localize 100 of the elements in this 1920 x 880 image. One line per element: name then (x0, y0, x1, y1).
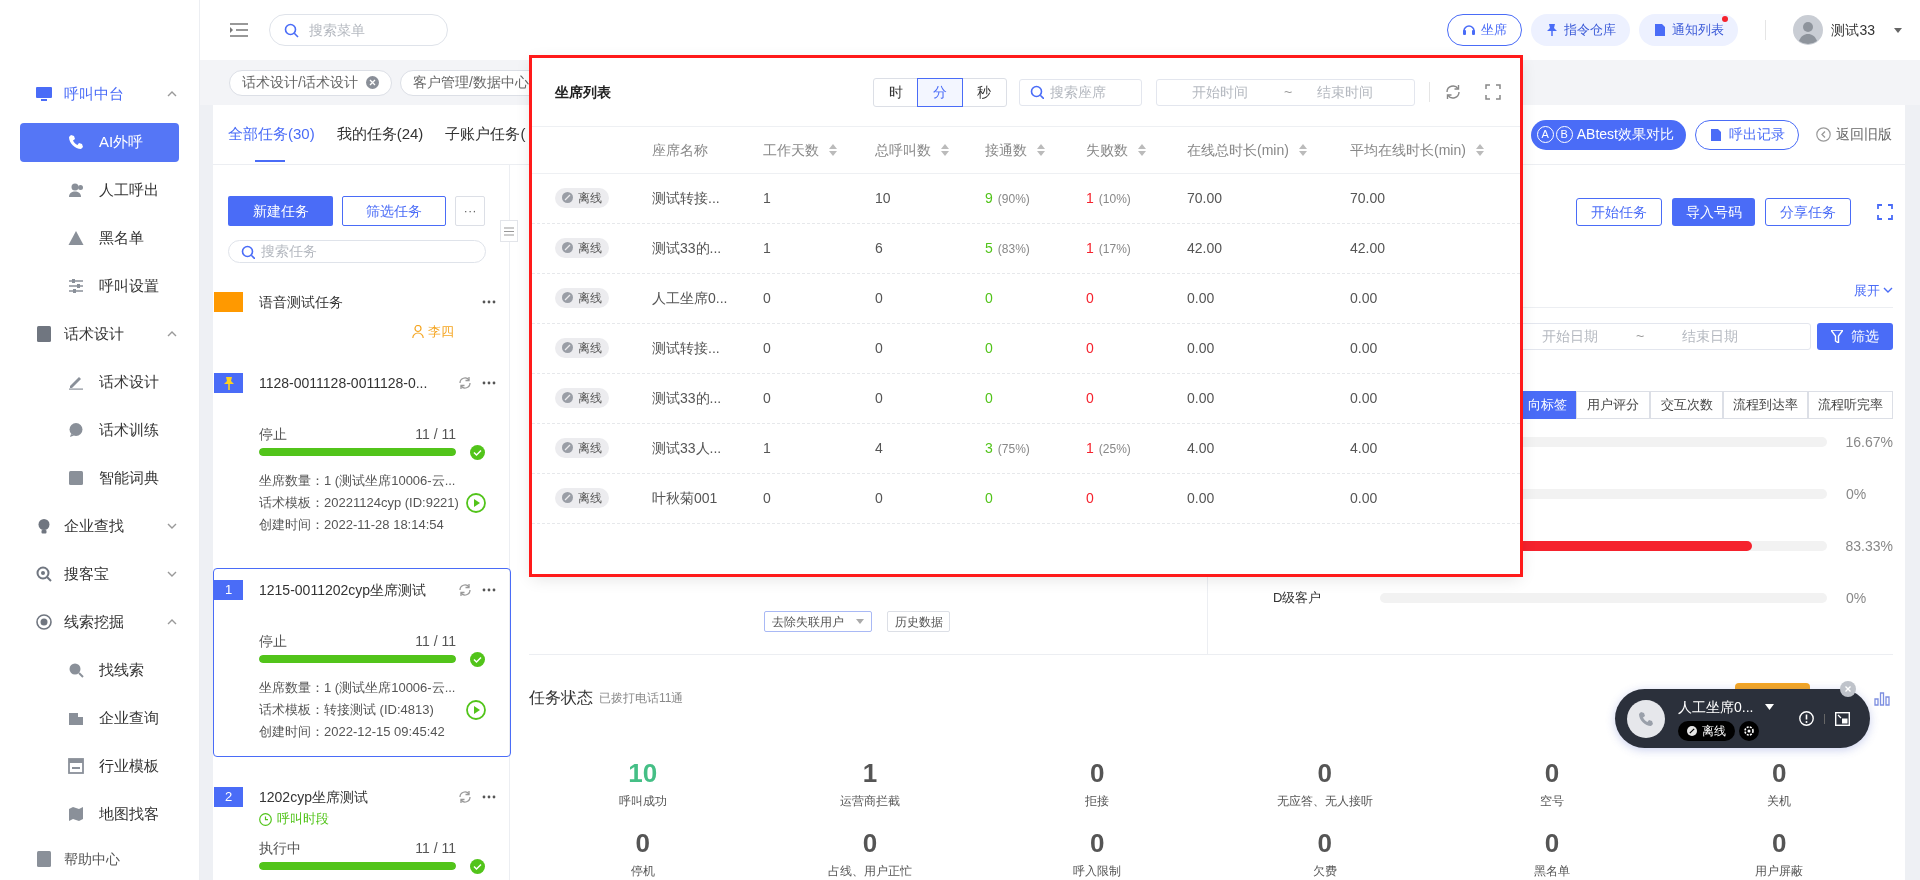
table-cell: 70.00 (1187, 190, 1223, 206)
column-header[interactable]: 平均在线时长(min) (1350, 139, 1500, 161)
stat-value: 0 (1544, 828, 1560, 858)
menu-item[interactable]: 话术设计 (20, 362, 179, 402)
menu-item[interactable]: 行业模板 (20, 746, 179, 786)
metric-tab[interactable]: 流程听完率 (1808, 391, 1893, 419)
menu-item[interactable]: 智能词典 (20, 458, 179, 498)
detail-text: 创建时间：2022-12-15 09:45:42 (259, 723, 446, 741)
search-input[interactable]: 搜索菜单 (309, 19, 429, 41)
table-cell: 测试转接... (652, 190, 720, 206)
history-button[interactable]: 历史数据 (887, 611, 950, 632)
end-time-input[interactable]: 结束时间 (1293, 81, 1397, 103)
header-button[interactable]: 通知列表 (1639, 14, 1739, 46)
menu-item[interactable]: 企业查询 (20, 698, 179, 738)
menu-group[interactable]: 呼叫中台 (0, 70, 199, 118)
menu-group[interactable]: 话术设计 (0, 310, 199, 358)
stat-label: 空号 (1540, 794, 1564, 808)
metric-tab[interactable]: 流程到达率 (1723, 391, 1808, 419)
header-button[interactable]: 指令仓库 (1531, 14, 1631, 46)
metric-tab[interactable]: 交互次数 (1650, 391, 1723, 419)
task-card[interactable]: 1128-0011128-0011128-0... 停止 11 / 11 坐席数量：1 (测试坐席10006-云... 话术模板：20221124cyp (ID:9221) 创建时间：2022-11-28 18:14:54 (213, 361, 511, 550)
owner-name: 李四 (428, 323, 454, 341)
status-label: 离线 (578, 239, 602, 257)
table-cell: 4 (875, 440, 883, 456)
stat-label: 无应答、无人接听 (1276, 794, 1373, 808)
table-cell: 0 (763, 340, 771, 356)
back-link[interactable]: 返回旧版 (1816, 119, 1892, 150)
search-field[interactable]: 搜索座席 (1019, 78, 1142, 106)
table-cell: 测试33的... (652, 240, 722, 256)
dropdown-field[interactable]: 去除失联用户 (764, 611, 872, 632)
action-button[interactable]: 分享任务 (1765, 198, 1851, 226)
stat-label: 关机 (1767, 794, 1792, 808)
table-cell: 5 (83%) (985, 240, 1030, 256)
column-header[interactable]: 在线总时长(min) (1187, 139, 1350, 161)
expand-link[interactable]: 展开 (1854, 280, 1893, 300)
menu-item[interactable]: 呼叫设置 (20, 266, 179, 306)
task-button[interactable]: 筛选任务 (342, 196, 447, 226)
search-input[interactable]: 搜索座席 (1050, 81, 1135, 103)
task-card[interactable]: 1 1215-0011202cyp坐席测试 停止 11 / 11 坐席数量：1 (测试坐席10006-云... 话术模板：转接测试 (ID:4813) 创建时间：2022-12-15 09:45:42 (213, 568, 511, 757)
status-badge[interactable]: 离线 (1678, 720, 1735, 741)
column-header[interactable]: 失败数 (1086, 139, 1187, 161)
menu-item[interactable]: 找线索 (20, 650, 179, 690)
filter-button[interactable]: 筛选 (1817, 323, 1893, 350)
menu-item[interactable]: 黑名单 (20, 218, 179, 258)
action-button[interactable]: 导入号码 (1672, 198, 1755, 226)
menu-item[interactable]: AI外呼 (20, 122, 179, 162)
status-label: 离线 (578, 339, 602, 357)
action-button[interactable]: 开始任务 (1576, 198, 1662, 226)
stat-label: 欠费 (1312, 864, 1337, 878)
metric-tab[interactable]: 用户评分 (1576, 391, 1650, 419)
table-cell: 叶秋菊001 (652, 490, 718, 506)
table-cell: 0 (985, 290, 993, 306)
column-header[interactable]: 接通数 (985, 139, 1086, 161)
menu-item[interactable]: 话术训练 (20, 410, 179, 450)
start-date-input[interactable]: 开始日期 (1512, 326, 1628, 347)
menu-group[interactable]: 搜客宝 (0, 550, 199, 598)
unit-toggle[interactable]: 秒 (962, 78, 1006, 106)
stat-value: 0 (635, 828, 650, 858)
table-cell: 测试33人... (652, 440, 722, 456)
tab[interactable]: 子账户任务( (445, 105, 526, 165)
table-cell: 0 (985, 390, 993, 406)
stat-value: 0 (1772, 758, 1787, 788)
menu-item[interactable]: 人工呼出 (20, 170, 179, 210)
task-card[interactable]: 2 1202cyp坐席测试 呼叫时段 执行中 11 / 11 (213, 775, 511, 880)
status-label: 执行中 (259, 838, 301, 858)
detail-text: 话术模板：20221124cyp (ID:9221) (259, 494, 459, 512)
menu-item[interactable]: 地图找客 (20, 794, 179, 834)
table-cell: 1 (25%) (1086, 440, 1131, 456)
number-badge: 1 (214, 580, 243, 600)
tab[interactable]: 我的任务(24) (336, 105, 424, 165)
table-cell: 9 (90%) (985, 190, 1030, 206)
tab[interactable]: 全部任务(30) (228, 105, 315, 165)
table-cell: 0 (1086, 340, 1094, 356)
menu-group[interactable]: 帮助中心 (0, 838, 199, 880)
menu-group[interactable]: 企业查找 (0, 502, 199, 550)
end-date-input[interactable]: 结束日期 (1652, 326, 1768, 347)
menu-group[interactable]: 线索挖掘 (0, 598, 199, 646)
table-cell: 0 (875, 290, 883, 306)
search-input[interactable]: 搜索任务 (261, 241, 461, 262)
more-button[interactable]: ··· (455, 196, 485, 226)
table-cell: 人工坐席0... (652, 290, 728, 306)
stat-label: 呼入限制 (1073, 864, 1122, 878)
abtest-button[interactable]: A B ABtest效果对比 (1530, 119, 1686, 150)
table-cell: 0 (985, 490, 993, 506)
unit-toggle[interactable]: 分 (918, 78, 962, 106)
table-cell: 0.00 (1350, 340, 1378, 356)
table-cell: 1 (763, 440, 771, 456)
detail-text: 坐席数量：1 (测试坐席10006-云... (259, 472, 457, 490)
section-title: 任务状态 (529, 688, 593, 708)
table-cell: 1 (763, 190, 771, 206)
page-tab[interactable]: 话术设计/话术设计 (229, 69, 392, 96)
task-card[interactable]: 语音测试任务 李四 (213, 280, 511, 343)
stat-label: 用户屏蔽 (1755, 864, 1804, 878)
column-header[interactable]: 总呼叫数 (875, 139, 985, 161)
table-cell: 测试转接... (652, 340, 720, 356)
unit-toggle[interactable]: 时 (874, 78, 918, 106)
stat-label: 运营商拦截 (840, 794, 900, 808)
column-header[interactable]: 工作天数 (763, 139, 875, 161)
task-button[interactable]: 新建任务 (228, 196, 334, 226)
start-time-input[interactable]: 开始时间 (1157, 81, 1283, 103)
